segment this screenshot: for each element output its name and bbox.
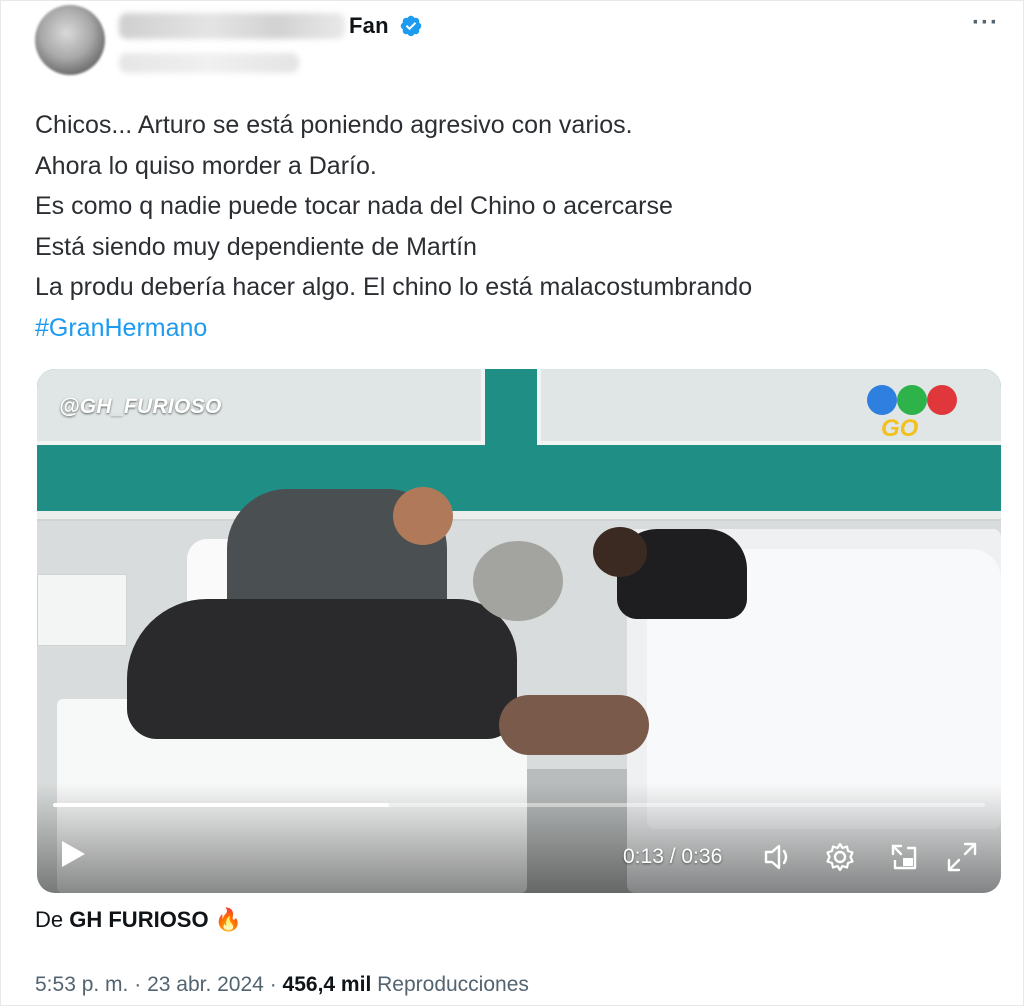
views-label: Reproducciones — [377, 973, 529, 996]
more-options-icon[interactable]: ··· — [972, 9, 999, 37]
display-name-suffix[interactable]: Fan — [349, 13, 389, 39]
tweet-date[interactable]: 23 abr. 2024 — [147, 973, 264, 996]
tweet-line: Ahora lo quiso morder a Darío. — [35, 151, 377, 180]
blurred-username — [119, 53, 299, 73]
fire-icon: 🔥 — [214, 907, 242, 932]
progress-bar-fill — [53, 803, 390, 807]
fullscreen-icon[interactable] — [945, 840, 979, 874]
video-player[interactable]: @GH_FURIOSO GO 0:13 / 0:36 — [37, 369, 1001, 893]
time-display: 0:13 / 0:36 — [623, 845, 723, 868]
attribution-source-link[interactable]: GH FURIOSO — [69, 907, 208, 932]
controls-overlay — [37, 783, 1001, 893]
verified-icon — [400, 15, 422, 37]
progress-bar[interactable] — [53, 803, 985, 807]
channel-logo: GO — [867, 385, 963, 445]
tweet-line: Chicos... Arturo se está poniendo agresi… — [35, 111, 633, 139]
views-count: 456,4 mil — [282, 973, 372, 996]
video-watermark: @GH_FURIOSO — [59, 395, 222, 418]
meta-separator: · — [269, 973, 277, 996]
tweet-line: Está siendo muy dependiente de Martín — [35, 232, 477, 261]
play-icon[interactable] — [59, 839, 87, 869]
video-attribution: De GH FURIOSO 🔥 — [35, 907, 242, 933]
pip-icon[interactable] — [887, 840, 921, 874]
tweet-time[interactable]: 5:53 p. m. — [35, 973, 128, 996]
tweet-line: La produ debería hacer algo. El chino lo… — [35, 273, 753, 301]
meta-separator: · — [134, 973, 142, 996]
tweet-meta: 5:53 p. m. · 23 abr. 2024 · 456,4 mil Re… — [35, 973, 529, 997]
tweet-line: Es como q nadie puede tocar nada del Chi… — [35, 192, 673, 220]
attribution-prefix: De — [35, 907, 64, 932]
tweet-text: Chicos... Arturo se está poniendo agresi… — [35, 105, 995, 348]
tweet-card: Fan ··· Chicos... Arturo se está poniend… — [0, 0, 1024, 1006]
channel-logo-text: GO — [881, 415, 919, 442]
avatar[interactable] — [35, 5, 105, 75]
volume-icon[interactable] — [761, 840, 795, 874]
settings-icon[interactable] — [823, 840, 857, 874]
blurred-display-name — [119, 13, 345, 39]
hashtag-link[interactable]: #GranHermano — [35, 308, 995, 349]
